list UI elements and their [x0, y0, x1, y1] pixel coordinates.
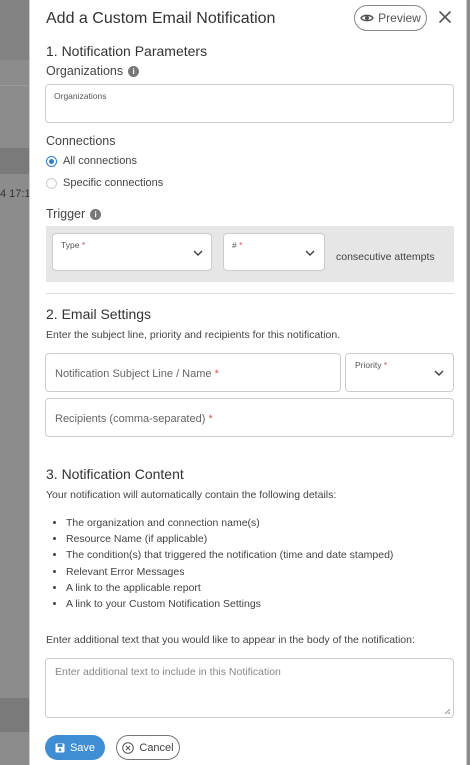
radio-all-connections-label: All connections [63, 155, 137, 167]
count-label: # * [232, 240, 243, 250]
trigger-panel: Type * # * consecutive attempts [46, 226, 454, 282]
additional-text-area[interactable]: Enter additional text to include in this… [45, 658, 454, 718]
notification-content-description: Your notification will automatically con… [46, 489, 337, 501]
resize-handle-icon[interactable] [444, 708, 451, 715]
chevron-down-icon [434, 370, 444, 377]
custom-email-notification-dialog: Add a Custom Email Notification Preview … [29, 0, 467, 765]
radio-all-connections[interactable]: All connections [46, 155, 137, 167]
save-button[interactable]: Save [45, 735, 105, 760]
section-2-heading: 2. Email Settings [46, 306, 152, 322]
preview-button-label: Preview [378, 11, 421, 25]
close-icon[interactable] [436, 8, 454, 26]
trigger-count-select[interactable]: # * [223, 233, 325, 271]
section-3-heading: 3. Notification Content [46, 466, 184, 482]
recipients-label: Recipients (comma-separated) * [55, 413, 213, 425]
recipients-field[interactable]: Recipients (comma-separated) * [45, 398, 454, 437]
save-button-label: Save [69, 741, 96, 754]
background-footer-row [0, 698, 30, 732]
info-icon[interactable]: i [128, 66, 140, 77]
subject-line-label: Notification Subject Line / Name * [55, 368, 219, 380]
priority-select[interactable]: Priority * [345, 353, 454, 392]
list-item: Resource Name (if applicable) [66, 531, 393, 547]
trigger-label: Trigger [46, 207, 86, 221]
list-item: A link to the applicable report [66, 580, 393, 596]
dialog-title: Add a Custom Email Notification [46, 10, 276, 27]
list-item: Relevant Error Messages [66, 564, 393, 580]
list-item: The condition(s) that triggered the noti… [66, 547, 393, 563]
background-timestamp: 4 17:10 [0, 188, 30, 200]
cancel-button-label: Cancel [139, 741, 174, 754]
priority-label: Priority * [355, 360, 388, 370]
chevron-down-icon [193, 250, 203, 257]
save-icon [55, 743, 65, 752]
background-divider [0, 85, 30, 86]
organizations-field[interactable]: Organizations [45, 84, 454, 123]
email-settings-description: Enter the subject line, priority and rec… [46, 329, 341, 341]
radio-button-selected[interactable] [46, 155, 57, 167]
organizations-label-row: Organizations i [46, 64, 140, 78]
organizations-field-label: Organizations [54, 91, 107, 101]
list-item: A link to your Custom Notification Setti… [66, 596, 393, 612]
connections-label: Connections [46, 134, 116, 148]
trigger-label-row: Trigger i [46, 207, 102, 221]
radio-specific-connections[interactable]: Specific connections [46, 177, 163, 189]
section-1-heading: 1. Notification Parameters [46, 43, 208, 59]
cancel-button[interactable]: Cancel [116, 735, 180, 760]
preview-button[interactable]: Preview [354, 5, 427, 31]
chevron-down-icon [305, 250, 315, 257]
eye-icon [360, 14, 374, 22]
list-item: The organization and connection name(s) [66, 515, 393, 531]
type-label: Type * [61, 240, 86, 250]
section-divider [46, 293, 454, 294]
close-circle-icon [122, 741, 135, 754]
additional-text-placeholder: Enter additional text to include in this… [55, 666, 281, 678]
additional-text-prompt: Enter additional text that you would lik… [46, 634, 415, 646]
radio-button[interactable] [46, 177, 57, 189]
background-panel [0, 0, 30, 60]
info-icon[interactable]: i [90, 209, 102, 220]
details-list: The organization and connection name(s) … [66, 515, 393, 612]
background-header-row [0, 148, 30, 174]
radio-specific-connections-label: Specific connections [63, 177, 164, 189]
consecutive-attempts-text: consecutive attempts [336, 251, 435, 263]
subject-line-field[interactable]: Notification Subject Line / Name * [45, 353, 341, 392]
organizations-label: Organizations [46, 64, 124, 78]
trigger-type-select[interactable]: Type * [52, 233, 212, 271]
